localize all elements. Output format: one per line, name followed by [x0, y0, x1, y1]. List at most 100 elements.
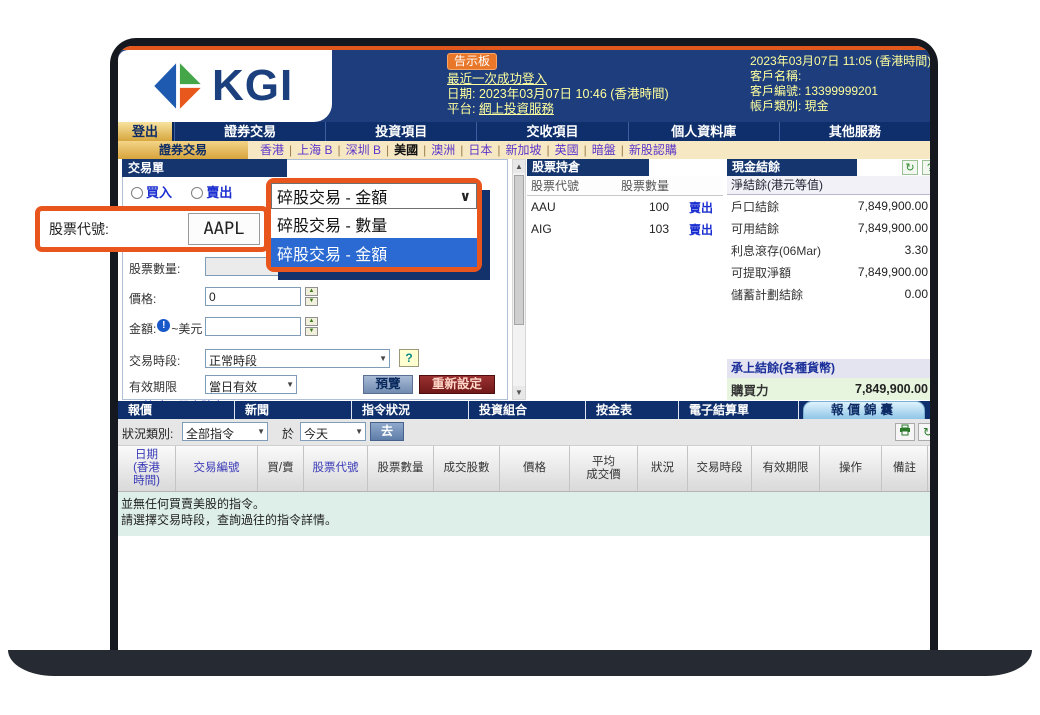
nav-tab-settlement-items[interactable]: 交收項目 [476, 122, 627, 141]
tab-quotes[interactable]: 報價 [118, 401, 235, 419]
tab-news[interactable]: 新聞 [235, 401, 352, 419]
order-filter-bar: 狀況類別: 全部指令▼ 於 今天▼ 去 ↻ [118, 419, 930, 445]
holding-code: AAU [527, 200, 601, 214]
print-icon[interactable] [895, 423, 915, 441]
col-session: 交易時段 [688, 446, 752, 491]
date-select-arrow-icon: ▼ [355, 427, 363, 436]
price-input[interactable]: 0 [205, 287, 301, 306]
kgi-diamond-logo-icon [152, 60, 204, 112]
reset-button[interactable]: 重新設定 [419, 375, 495, 394]
col-status: 狀況 [638, 446, 688, 491]
col-filled-qty: 成交股數 [434, 446, 500, 491]
cash-row-label: 儲蓄計劃結餘 [727, 286, 905, 303]
col-stock-code[interactable]: 股票代號 [304, 446, 368, 491]
market-link-hk[interactable]: 香港 [260, 143, 284, 157]
holding-sell-link[interactable]: 賣出 [689, 223, 713, 237]
amount-label-row: 金額:!~美元 [129, 320, 202, 337]
tab-e-statement[interactable]: 電子結算單 [679, 401, 799, 419]
market-link-australia[interactable]: 澳洲 [418, 143, 455, 157]
nav-tab-investment-items[interactable]: 投資項目 [325, 122, 476, 141]
market-link-us-active[interactable]: 美國 [381, 143, 418, 157]
cash-row-label: 利息滾存(06Mar) [727, 242, 905, 259]
amount-step-down-icon[interactable]: ▼ [305, 327, 318, 336]
session-label: 交易時段: [129, 352, 180, 369]
market-link-shenzhen-b[interactable]: 深圳 B [332, 143, 380, 157]
scrollbar-thumb[interactable] [514, 175, 524, 325]
tab-margin-table[interactable]: 按金表 [586, 401, 679, 419]
col-avg-price: 平均成交價 [570, 446, 638, 491]
scroll-up-icon[interactable]: ▲ [513, 160, 525, 173]
refresh-icon[interactable]: ↻ [902, 160, 918, 175]
cash-row-value: 0.00 [905, 287, 930, 301]
session-help-button[interactable]: ? [399, 349, 419, 367]
holding-code: AIG [527, 222, 601, 236]
sell-radio-label[interactable]: 賣出 [206, 185, 232, 200]
market-links: 香港上海 B深圳 B美國澳洲日本新加坡英國暗盤新股認購 [248, 141, 677, 159]
preview-button[interactable]: 預覽 [363, 375, 413, 394]
buying-power-value: 7,849,900.00 [855, 382, 930, 396]
panel-scrollbar[interactable]: ▲ ▼ [512, 159, 526, 400]
odd-lot-option-amount-selected[interactable]: 碎股交易 - 金額 [271, 238, 477, 267]
orders-status-messages: 並無任何買賣美股的指令。 請選擇交易時段，查詢過往的指令詳情。 [118, 492, 930, 536]
cash-row: 利息滾存(06Mar)3.30 [727, 239, 930, 261]
odd-lot-option-quantity[interactable]: 碎股交易 - 數量 [271, 209, 477, 238]
buy-radio-label[interactable]: 買入 [146, 185, 172, 200]
date-select-value: 今天 [304, 427, 328, 441]
col-remarks: 備註 [882, 446, 928, 491]
nav-tab-personal-data[interactable]: 個人資料庫 [628, 122, 779, 141]
cash-row: 可用結餘7,849,900.00 [727, 217, 930, 239]
cash-row: 儲蓄計劃結餘0.00 [727, 283, 930, 305]
tab-portfolio[interactable]: 投資組合 [469, 401, 586, 419]
stock-code-callout: 股票代號: AAPL [35, 206, 269, 252]
price-step-up-icon[interactable]: ▲ [305, 287, 318, 296]
stock-code-input[interactable]: AAPL [188, 213, 260, 245]
market-link-ipo[interactable]: 新股認購 [616, 143, 677, 157]
buy-radio[interactable] [131, 187, 143, 199]
odd-lot-select[interactable]: 碎股交易 - 金額 ∨ [271, 183, 477, 209]
logo-panel: KGI [118, 50, 332, 122]
col-date[interactable]: 日期(香港時間) [118, 446, 176, 491]
date-select[interactable]: 今天 ▼ [300, 422, 366, 441]
order-side-radios: 買入 賣出 [131, 182, 280, 201]
cash-row-value: 3.30 [905, 243, 930, 257]
market-subnav: 證券交易 香港上海 B深圳 B美國澳洲日本新加坡英國暗盤新股認購 [118, 141, 930, 159]
market-link-japan[interactable]: 日本 [455, 143, 492, 157]
cash-row: 可提取淨額7,849,900.00 [727, 261, 930, 283]
session-select-value: 正常時段 [209, 354, 257, 368]
status-type-value: 全部指令 [186, 427, 234, 441]
amount-step-up-icon[interactable]: ▲ [305, 317, 318, 326]
col-order-id[interactable]: 交易編號 [176, 446, 258, 491]
session-select[interactable]: 正常時段▼ [205, 349, 390, 368]
validity-select[interactable]: 當日有效▼ [205, 375, 297, 394]
price-label: 價格: [129, 290, 156, 307]
nav-tab-other-services[interactable]: 其他服務 [779, 122, 930, 141]
orders-table-header: 日期(香港時間) 交易編號 買/賣 股票代號 股票數量 成交股數 價格 平均成交… [118, 445, 930, 492]
market-link-uk[interactable]: 英國 [542, 143, 579, 157]
market-link-shanghai-b[interactable]: 上海 B [284, 143, 332, 157]
quote-pack-button[interactable]: 報價錦囊 [803, 401, 925, 419]
tab-order-status[interactable]: 指令狀況 [352, 401, 469, 419]
cash-row-value: 7,849,900.00 [858, 221, 930, 235]
scroll-down-icon[interactable]: ▼ [513, 386, 525, 399]
help-icon[interactable]: ? [922, 160, 930, 175]
cash-row-value: 7,849,900.00 [858, 265, 930, 279]
last-login-link[interactable]: 最近一次成功登入 [447, 72, 547, 86]
market-link-grey-market[interactable]: 暗盤 [579, 143, 616, 157]
screen-content: KGI 告示板 最近一次成功登入 日期: 2023年03月07日 10:46 (… [118, 46, 930, 650]
sell-radio[interactable] [191, 187, 203, 199]
status-type-select[interactable]: 全部指令▼ [182, 422, 268, 441]
market-link-singapore[interactable]: 新加坡 [492, 143, 541, 157]
cash-titlebar: 現金結餘 ↻ ? [727, 159, 930, 176]
platform-link[interactable]: 網上投資服務 [479, 102, 554, 116]
nav-tab-securities-trading[interactable]: 證券交易 [174, 122, 325, 141]
notice-board-badge[interactable]: 告示板 [447, 53, 497, 70]
amount-input[interactable] [205, 317, 301, 336]
go-button[interactable]: 去 [370, 422, 404, 441]
price-step-down-icon[interactable]: ▼ [305, 297, 318, 306]
status-message-select-session: 請選擇交易時段，查詢過往的指令詳情。 [121, 512, 927, 528]
account-type: 帳戶類別: 現金 [750, 99, 930, 114]
holding-sell-link[interactable]: 賣出 [689, 201, 713, 215]
main-content: 交易單 買入 賣出 市場: 美國 股票數量: 價格: 0 ▲ ▼ [118, 159, 930, 401]
logout-button[interactable]: 登出 [118, 122, 174, 141]
refresh-table-icon[interactable]: ↻ [918, 423, 930, 441]
